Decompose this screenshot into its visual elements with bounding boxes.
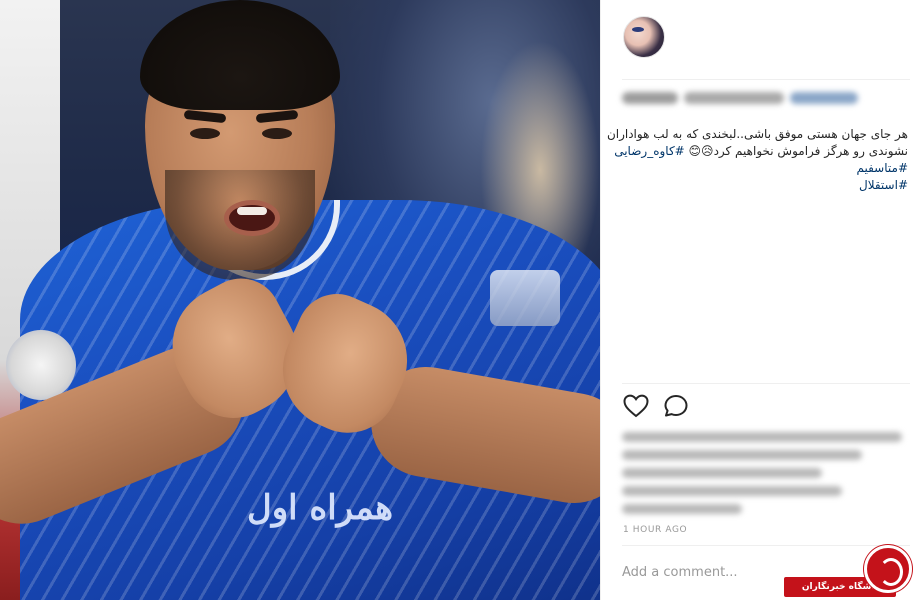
watermark-emblem-icon bbox=[864, 545, 912, 593]
blurred-comment-line bbox=[622, 432, 902, 442]
blurred-comment-line bbox=[622, 504, 742, 514]
blurred-comments bbox=[622, 428, 910, 518]
hashtag-motasefim[interactable]: #متاسفیم bbox=[622, 160, 909, 177]
caption-line-1: هر جای جهان هستی موفق باشی..لبخندی که به… bbox=[606, 127, 908, 141]
post-photo[interactable]: همراه اول bbox=[0, 0, 600, 600]
player-eye-right bbox=[262, 128, 292, 139]
watermark-logo: باشگاه خبرنگاران bbox=[780, 545, 920, 600]
blurred-comment-line bbox=[622, 450, 862, 460]
hashtag-esteghlal[interactable]: #استقلال bbox=[622, 177, 908, 194]
caption-line-2-text: نشوندی رو هرگز فراموش نخواهیم کرد😥😊 bbox=[688, 144, 908, 158]
heart-icon[interactable] bbox=[623, 394, 649, 418]
caption-line-2: نشوندی رو هرگز فراموش نخواهیم کرد😥😊 #کاو… bbox=[614, 143, 908, 160]
player-hair bbox=[140, 0, 340, 110]
blurred-comment-line bbox=[622, 468, 822, 478]
user-avatar[interactable] bbox=[623, 16, 665, 58]
blurred-comment-line bbox=[622, 486, 842, 496]
comment-bubble-icon[interactable] bbox=[663, 394, 689, 418]
post-timestamp: 1 HOUR AGO bbox=[623, 525, 688, 535]
blurred-username bbox=[622, 92, 678, 104]
jersey-badge-right bbox=[490, 270, 560, 326]
hashtag-kaveh-rezaei[interactable]: #کاوه_رضایی bbox=[614, 144, 685, 158]
blurred-mention bbox=[790, 92, 858, 104]
blurred-caption-start bbox=[684, 92, 784, 104]
post-caption: هر جای جهان هستی موفق باشی..لبخندی که به… bbox=[606, 126, 909, 194]
header-divider bbox=[622, 79, 910, 80]
actions-divider bbox=[622, 383, 910, 384]
blurred-username-row bbox=[622, 92, 860, 104]
player-eye-left bbox=[190, 128, 220, 139]
jersey-sponsor-logo: همراه اول bbox=[246, 488, 393, 528]
player-mouth bbox=[224, 200, 280, 236]
avatar-detail bbox=[632, 27, 644, 32]
jersey-badge-left bbox=[6, 330, 76, 400]
